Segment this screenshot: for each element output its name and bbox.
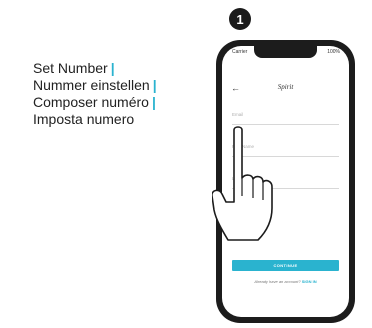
separator-bar: | [152,77,157,93]
instruction-line-de: Nummer einstellen | [33,77,157,94]
instruction-label: Composer numéro [33,94,149,110]
step-number-badge: 1 [229,8,251,30]
signin-prompt-text: Already have an account? [254,279,301,284]
instruction-label: Imposta numero [33,111,135,127]
instruction-label: Nummer einstellen [33,77,150,93]
continue-button[interactable]: CONTINUE [232,260,339,271]
instruction-label: Set Number [33,60,108,76]
separator-bar: | [110,60,115,76]
signin-link[interactable]: SIGN IN [302,279,317,284]
instruction-text: Set Number | Nummer einstellen | Composer … [33,60,157,128]
status-carrier: Carrier [232,49,248,55]
instruction-line-it: Imposta numero [33,111,157,128]
app-title: Spirit [277,83,294,91]
separator-bar: | [151,94,156,110]
instruction-line-fr: Composer numéro | [33,94,157,111]
instruction-line-en: Set Number | [33,60,157,77]
phone-notch [254,46,317,58]
email-placeholder: Email [232,112,244,117]
signin-prompt: Already have an account? SIGN IN [222,279,349,284]
status-battery: 100% [327,49,340,55]
pointing-hand-icon [212,126,273,241]
